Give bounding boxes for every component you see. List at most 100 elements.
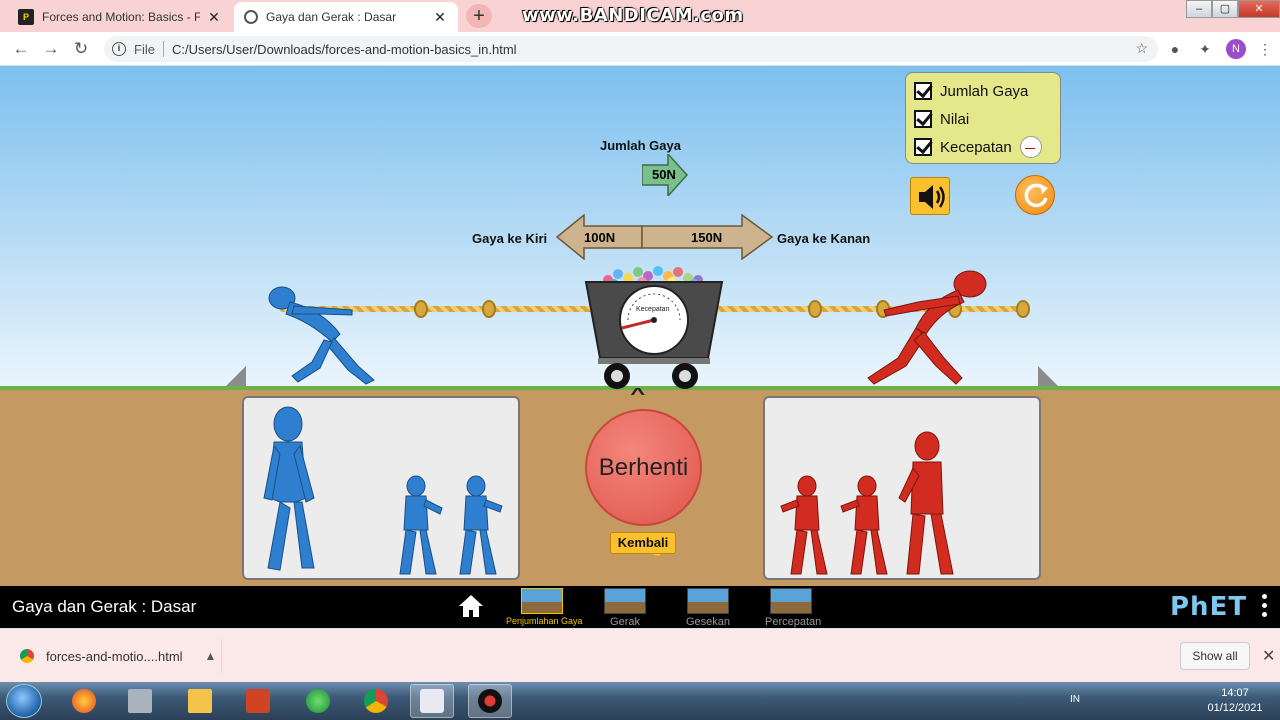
kebab-menu-icon[interactable]: ⋮ [1256, 40, 1274, 58]
checkbox-label: Kecepatan [940, 138, 1012, 156]
screen-tab-label: Percepatan [765, 616, 822, 628]
right-rope-puller-figure [867, 270, 987, 385]
close-tab-icon[interactable]: ✕ [432, 9, 448, 26]
download-item[interactable]: forces-and-motio....html ▲ [8, 639, 222, 673]
url-text: C:/Users/User/Downloads/forces-and-motio… [171, 41, 517, 57]
rope-knot[interactable] [482, 300, 496, 318]
close-icon[interactable]: ✕ [1262, 646, 1275, 666]
firefox-icon [72, 689, 96, 713]
minimize-window-button[interactable]: – [1186, 0, 1212, 18]
checkbox-label: Jumlah Gaya [940, 82, 1029, 100]
reset-arrow-icon [1024, 183, 1048, 208]
rope-knot[interactable] [414, 300, 428, 318]
phet-favicon-icon: P [18, 9, 34, 25]
screen-tab-net-force[interactable]: Penjumlahan Gaya [506, 588, 583, 626]
screen-tab-label: Penjumlahan Gaya [506, 616, 583, 626]
screen-tab-acceleration[interactable]: Percepatan [765, 588, 822, 628]
checkbox-speed[interactable]: Kecepatan [914, 133, 1052, 161]
extension-globe-icon[interactable]: ● [1166, 40, 1184, 58]
language-indicator[interactable]: IN [1070, 694, 1080, 705]
profile-avatar[interactable]: N [1226, 39, 1246, 59]
right-pullers-toolbox [763, 396, 1041, 580]
small-blue-puller[interactable] [399, 475, 443, 575]
left-stopper [226, 366, 246, 386]
tab-title: Gaya dan Gerak : Dasar [266, 10, 397, 24]
info-icon[interactable]: i [112, 42, 126, 56]
taskbar-firefox[interactable] [62, 684, 106, 718]
close-tab-icon[interactable]: ✕ [206, 9, 222, 26]
rope-knot[interactable] [808, 300, 822, 318]
screen-tab-label: Gesekan [685, 616, 731, 628]
small-red-puller[interactable] [840, 475, 888, 575]
chevron-up-icon[interactable]: ▲ [205, 649, 217, 663]
windows-taskbar: IN 14:07 01/12/2021 [0, 682, 1280, 720]
extensions-puzzle-icon[interactable]: ✦ [1196, 40, 1214, 58]
checkbox-checked-icon[interactable] [914, 82, 932, 100]
screen-tab-label: Gerak [610, 616, 640, 628]
taskbar-app-green[interactable] [296, 684, 340, 718]
screen-tab-motion[interactable]: Gerak [599, 588, 651, 628]
rope-knot[interactable] [1016, 300, 1030, 318]
clock-date: 01/12/2021 [1207, 702, 1263, 714]
browser-tab-bar: P Forces and Motion: Basics - Force ✕ Ga… [0, 0, 1280, 32]
checkbox-label: Nilai [940, 110, 970, 128]
tab-forces-and-motion[interactable]: P Forces and Motion: Basics - Force ✕ [8, 2, 232, 32]
powerpoint-icon [246, 689, 270, 713]
reload-icon[interactable]: ↻ [70, 38, 92, 60]
small-red-puller[interactable] [780, 475, 828, 575]
taskbar-powerpoint[interactable] [236, 684, 280, 718]
start-button[interactable] [6, 684, 42, 718]
phet-logo[interactable]: PhET [1170, 592, 1247, 622]
speedometer-label: Kecepatan [636, 306, 670, 313]
checkbox-checked-icon[interactable] [914, 110, 932, 128]
maximize-window-button[interactable]: ▢ [1212, 0, 1238, 18]
medium-red-puller[interactable] [898, 431, 954, 575]
clock-time: 14:07 [1221, 687, 1249, 699]
new-tab-button[interactable]: + [466, 4, 492, 28]
phet-menu-icon[interactable] [1262, 594, 1268, 620]
go-pause-button[interactable]: Berhenti [585, 409, 702, 526]
calculator-icon [128, 689, 152, 713]
chrome-file-icon [20, 649, 34, 663]
url-input[interactable]: i File C:/Users/User/Downloads/forces-an… [104, 36, 1158, 62]
chrome-icon [364, 689, 388, 713]
screen-thumbnail [604, 588, 646, 614]
return-button[interactable]: Kembali [610, 532, 676, 554]
small-blue-puller[interactable] [459, 475, 503, 575]
checkbox-sum-of-forces[interactable]: Jumlah Gaya [914, 77, 1052, 105]
reset-all-button[interactable] [1015, 175, 1055, 215]
bookmark-star-icon[interactable]: ☆ [1135, 40, 1148, 57]
red-pullers-group [780, 431, 954, 575]
tab-gaya-dan-gerak[interactable]: Gaya dan Gerak : Dasar ✕ [234, 2, 458, 32]
taskbar-bandicam[interactable] [468, 684, 512, 718]
left-force-label: Gaya ke Kiri [472, 231, 548, 246]
close-window-button[interactable]: ✕ [1238, 0, 1280, 18]
checkbox-checked-icon[interactable] [914, 138, 932, 156]
taskbar-explorer[interactable] [178, 684, 222, 718]
folder-icon [188, 689, 212, 713]
sound-toggle-button[interactable] [910, 177, 950, 215]
screen-tab-friction[interactable]: Gesekan [682, 588, 734, 628]
green-app-icon [306, 689, 330, 713]
large-blue-puller[interactable] [263, 406, 315, 571]
taskbar-chrome[interactable] [354, 684, 398, 718]
blue-pullers-group [263, 406, 503, 575]
address-bar-row: ← → ↻ i File C:/Users/User/Downloads/for… [0, 32, 1280, 66]
system-clock[interactable]: 14:07 01/12/2021 [1200, 686, 1270, 716]
left-force-value: 100N [584, 230, 616, 245]
sum-of-forces-value: 50N [652, 167, 676, 182]
show-all-button[interactable]: Show all [1180, 642, 1250, 670]
home-icon[interactable] [458, 594, 484, 618]
simulation-canvas: Jumlah Gaya 50N Gaya ke Kiri Gaya ke Kan… [0, 66, 1280, 586]
speedometer-icon [1019, 136, 1042, 158]
taskbar-calculator[interactable] [118, 684, 162, 718]
forward-arrow-icon[interactable]: → [40, 38, 62, 60]
control-panel: Jumlah Gaya Nilai Kecepatan [905, 72, 1061, 164]
taskbar-onenote[interactable] [410, 684, 454, 718]
checkbox-values[interactable]: Nilai [914, 105, 1052, 133]
bandicam-watermark: www.BANDICAM.com [522, 5, 744, 26]
back-arrow-icon[interactable]: ← [10, 38, 32, 60]
speaker-icon [919, 185, 945, 209]
sim-title: Gaya dan Gerak : Dasar [12, 597, 197, 616]
cart-with-candy[interactable] [584, 262, 724, 392]
